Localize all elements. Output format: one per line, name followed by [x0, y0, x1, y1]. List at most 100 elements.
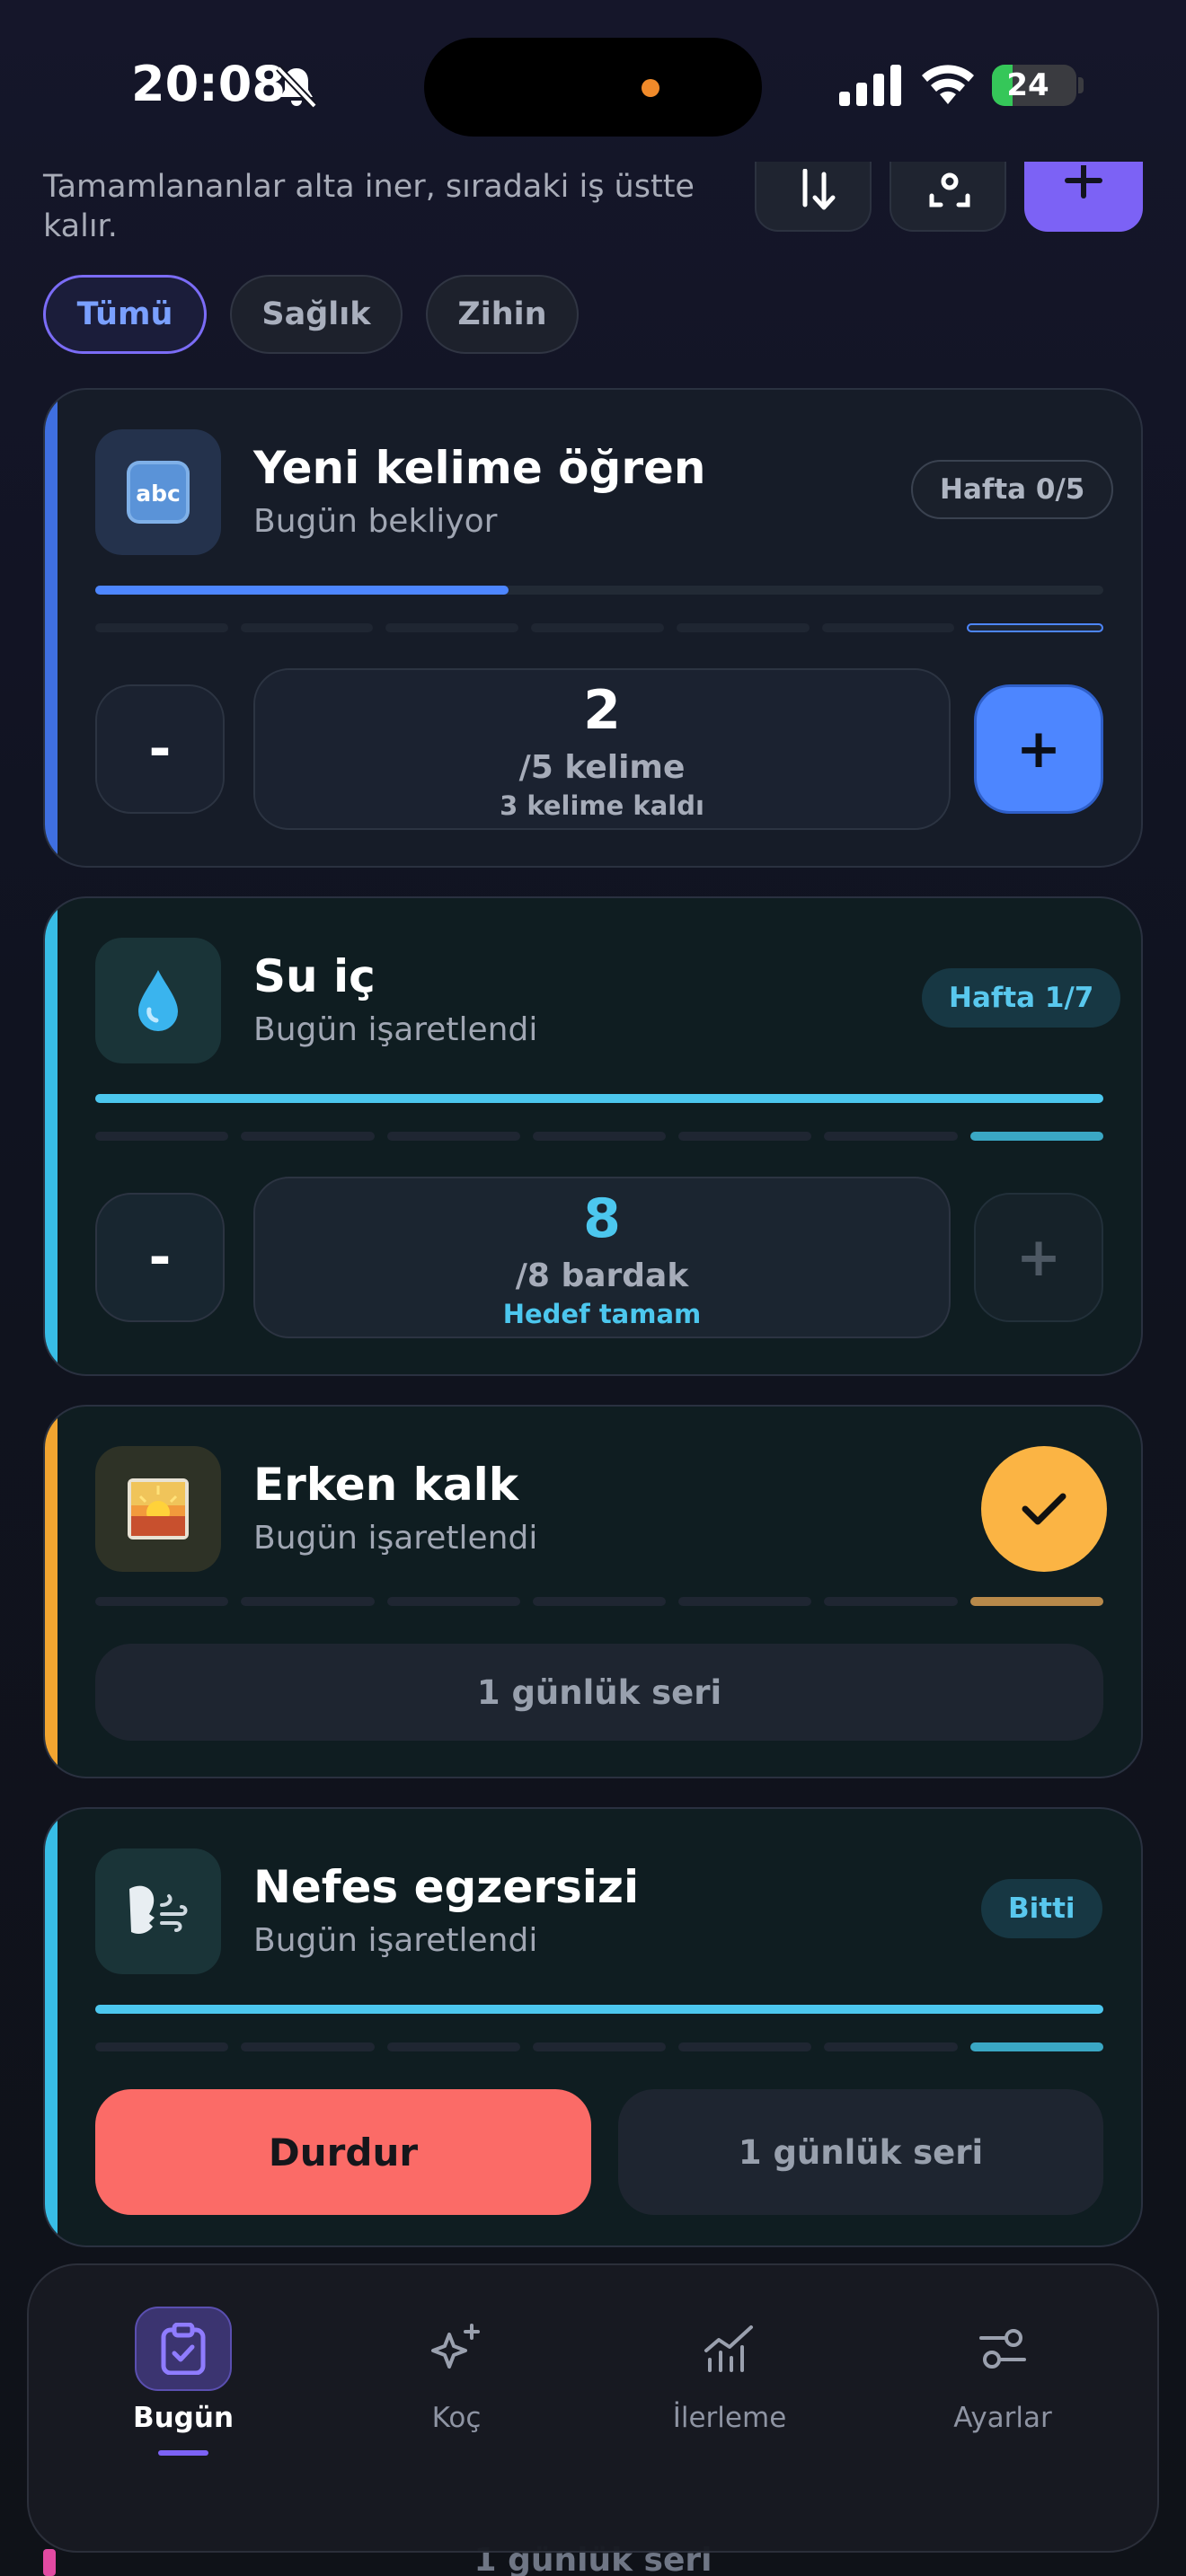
wifi-icon	[922, 65, 974, 104]
tab-label: İlerleme	[672, 2402, 787, 2434]
card-accent-bar	[45, 1809, 58, 2245]
done-badge: Bitti	[981, 1879, 1102, 1938]
svg-text:abc: abc	[136, 481, 181, 507]
progress-bar	[95, 1094, 1103, 1103]
week-day-segment	[824, 2042, 958, 2051]
week-day-segment	[386, 1597, 520, 1606]
streak-label: 1 günlük seri	[95, 1644, 1103, 1741]
counter-unit: /8 bardak	[515, 1257, 689, 1294]
week-day-segment	[241, 1132, 375, 1141]
dynamic-island	[424, 38, 762, 137]
streak-label: 1 günlük seri	[618, 2089, 1103, 2215]
stop-button[interactable]: Durdur	[95, 2089, 591, 2215]
camera-indicator	[642, 79, 659, 97]
tab-progress[interactable]: İlerleme	[622, 2265, 837, 2499]
tab-label: Ayarlar	[953, 2402, 1052, 2434]
progress-bar	[95, 2005, 1103, 2014]
week-day-segment-today	[969, 2042, 1103, 2051]
habit-card-new-word[interactable]: abc Yeni kelime öğren Bugün bekliyor Haf…	[43, 388, 1143, 868]
focus-mode-button[interactable]	[890, 162, 1006, 232]
clipboard-check-icon	[161, 2323, 206, 2375]
habit-card-wake-early[interactable]: Erken kalk Bugün işaretlendi 1 günlük se…	[43, 1405, 1143, 1778]
sliders-icon	[979, 2329, 1026, 2369]
active-tab-indicator	[158, 2450, 208, 2456]
week-day-segment	[678, 1597, 812, 1606]
counter-value: 2	[583, 679, 621, 742]
decrement-button[interactable]: -	[95, 1193, 225, 1322]
sort-button[interactable]	[755, 162, 872, 232]
week-day-segment	[241, 1597, 375, 1606]
week-day-segment	[821, 623, 955, 632]
counter-unit: /5 kelime	[518, 749, 686, 786]
add-habit-button[interactable]	[1024, 162, 1143, 232]
week-day-segment-today	[969, 1597, 1103, 1606]
checkmark-icon	[1022, 1493, 1067, 1525]
habit-icon	[95, 1848, 221, 1974]
tab-coach[interactable]: Koç	[349, 2265, 564, 2499]
completed-check-button[interactable]	[981, 1446, 1107, 1572]
card-accent-bar	[45, 390, 58, 866]
increment-button-disabled[interactable]: +	[974, 1193, 1103, 1322]
water-drop-icon	[138, 970, 178, 1031]
plus-icon	[1065, 165, 1102, 198]
habit-card-drink-water[interactable]: Su iç Bugün işaretlendi Hafta 1/7 - 8 /8…	[43, 896, 1143, 1376]
habit-status: Bugün işaretlendi	[253, 1520, 538, 1557]
progress-fill	[95, 1094, 1103, 1103]
week-day-segment	[240, 623, 374, 632]
habit-title: Nefes egzersizi	[253, 1861, 640, 1913]
battery-level: 24	[1006, 67, 1049, 103]
week-day-segment	[531, 623, 664, 632]
habit-icon	[95, 1446, 221, 1572]
habit-title: Erken kalk	[253, 1459, 519, 1511]
habit-status: Bugün işaretlendi	[253, 1922, 538, 1959]
bell-off-icon	[276, 66, 317, 109]
counter-display: 2 /5 kelime 3 kelime kaldı	[253, 668, 951, 830]
habit-status: Bugün bekliyor	[253, 503, 498, 540]
sparkles-icon	[431, 2324, 480, 2369]
filter-chip-health[interactable]: Sağlık	[230, 275, 403, 354]
increment-button[interactable]: +	[974, 684, 1103, 814]
wind-face-icon	[129, 1885, 188, 1934]
decrement-button[interactable]: -	[95, 684, 225, 814]
card-accent-bar	[45, 898, 58, 1374]
progress-fill	[95, 2005, 1103, 2014]
week-day-segment	[95, 1132, 229, 1141]
tab-icon-container	[954, 2307, 1051, 2391]
week-day-segment	[678, 1132, 812, 1141]
bottom-tab-bar: Bugün Koç İlerleme Ayarlar	[27, 2263, 1159, 2553]
week-day-segment	[824, 1132, 958, 1141]
week-tracker	[95, 623, 1104, 632]
tab-icon-container	[681, 2307, 778, 2391]
week-day-segment	[385, 623, 519, 632]
habit-icon: abc	[95, 429, 221, 555]
status-time: 20:08	[131, 56, 286, 112]
status-bar: 20:08 24	[0, 0, 1186, 171]
week-day-segment	[95, 623, 228, 632]
counter-goal-status: Hedef tamam	[502, 1299, 702, 1329]
week-day-segment	[824, 1597, 958, 1606]
week-day-segment	[532, 1597, 667, 1606]
habit-title: Su iç	[253, 950, 376, 1002]
abc-icon: abc	[127, 461, 190, 524]
counter-remaining: 3 kelime kaldı	[500, 790, 704, 821]
habit-status: Bugün işaretlendi	[253, 1011, 538, 1048]
filter-chip-mind[interactable]: Zihin	[426, 275, 579, 354]
focus-frame-icon	[929, 172, 970, 207]
filter-chip-all[interactable]: Tümü	[43, 275, 207, 354]
progress-fill	[95, 586, 509, 595]
week-badge: Hafta 0/5	[911, 460, 1114, 519]
tab-settings[interactable]: Ayarlar	[895, 2265, 1111, 2499]
week-day-segment	[95, 2042, 229, 2051]
week-day-segment-today	[967, 623, 1104, 632]
week-day-segment	[386, 2042, 520, 2051]
tab-label: Bugün	[132, 2402, 235, 2434]
tab-today[interactable]: Bugün	[75, 2265, 291, 2499]
habit-title: Yeni kelime öğren	[253, 442, 706, 494]
week-day-segment	[676, 623, 810, 632]
tab-label: Koç	[431, 2402, 482, 2434]
week-day-segment	[386, 1132, 520, 1141]
week-day-segment-today	[969, 1132, 1103, 1141]
tab-icon-container	[408, 2307, 505, 2391]
week-day-segment	[532, 2042, 667, 2051]
habit-card-breathing[interactable]: Nefes egzersizi Bugün işaretlendi Bitti …	[43, 1807, 1143, 2247]
